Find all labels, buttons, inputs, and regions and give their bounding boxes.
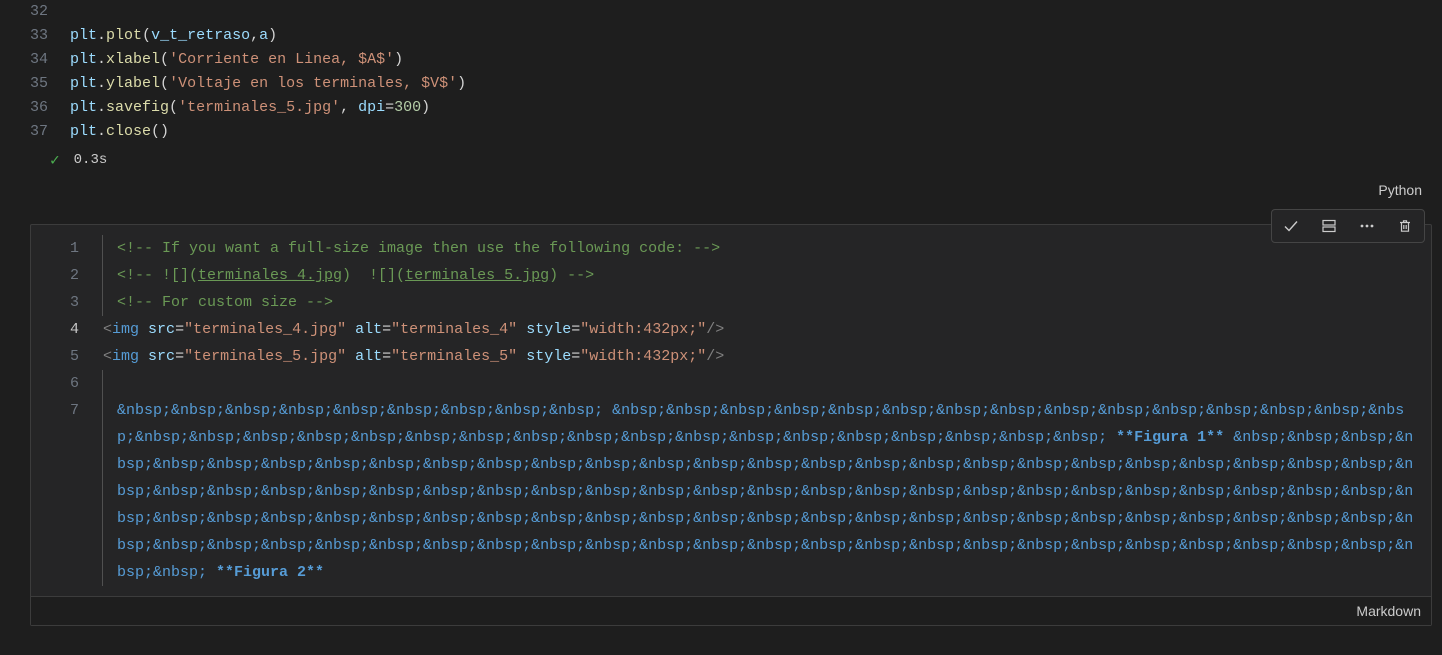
delete-cell-button[interactable] bbox=[1386, 210, 1424, 242]
markdown-code[interactable]: 1 <!-- If you want a full-size image the… bbox=[31, 225, 1431, 596]
line-number: 2 bbox=[31, 262, 103, 289]
more-actions-button[interactable] bbox=[1348, 210, 1386, 242]
markdown-cell: 1 <!-- If you want a full-size image the… bbox=[30, 224, 1432, 626]
md-line-6 bbox=[102, 370, 1431, 397]
python-cell: 32 33 plt.plot(v_t_retraso,a) 34 plt.xla… bbox=[10, 0, 1432, 204]
line-number: 6 bbox=[31, 370, 103, 397]
line-number: 5 bbox=[31, 343, 103, 370]
code-line-32 bbox=[70, 0, 1432, 24]
cell-language-label[interactable]: Markdown bbox=[31, 596, 1431, 625]
python-code[interactable]: 32 33 plt.plot(v_t_retraso,a) 34 plt.xla… bbox=[10, 0, 1432, 144]
execution-time: 0.3s bbox=[74, 152, 108, 168]
cell-status-bar: ✓ 0.3s bbox=[10, 144, 1432, 176]
line-number: 34 bbox=[10, 48, 70, 72]
md-line-2: <!-- ![](terminales_4.jpg) ![](terminale… bbox=[102, 262, 1431, 289]
line-number: 3 bbox=[31, 289, 103, 316]
line-number: 1 bbox=[31, 235, 103, 262]
line-number: 32 bbox=[10, 0, 70, 24]
split-cell-button[interactable] bbox=[1310, 210, 1348, 242]
code-line-36: plt.savefig('terminales_5.jpg', dpi=300) bbox=[70, 96, 1432, 120]
code-line-34: plt.xlabel('Corriente en Linea, $A$') bbox=[70, 48, 1432, 72]
code-line-35: plt.ylabel('Voltaje en los terminales, $… bbox=[70, 72, 1432, 96]
line-number: 33 bbox=[10, 24, 70, 48]
cell-language-label[interactable]: Python bbox=[10, 176, 1432, 204]
line-number: 35 bbox=[10, 72, 70, 96]
line-number: 4 bbox=[31, 316, 103, 343]
code-line-33: plt.plot(v_t_retraso,a) bbox=[70, 24, 1432, 48]
md-line-5: <img src="terminales_5.jpg" alt="termina… bbox=[103, 343, 1431, 370]
accept-button[interactable] bbox=[1272, 210, 1310, 242]
line-number: 37 bbox=[10, 120, 70, 144]
code-line-37: plt.close() bbox=[70, 120, 1432, 144]
md-line-1: <!-- If you want a full-size image then … bbox=[102, 235, 1431, 262]
md-line-3: <!-- For custom size --> bbox=[102, 289, 1431, 316]
line-number: 36 bbox=[10, 96, 70, 120]
md-line-4: <img src="terminales_4.jpg" alt="termina… bbox=[103, 316, 1431, 343]
success-check-icon: ✓ bbox=[50, 150, 60, 170]
cell-toolbar bbox=[1271, 209, 1425, 243]
line-number: 7 bbox=[31, 397, 103, 424]
md-line-7: &nbsp;&nbsp;&nbsp;&nbsp;&nbsp;&nbsp;&nbs… bbox=[102, 397, 1431, 586]
